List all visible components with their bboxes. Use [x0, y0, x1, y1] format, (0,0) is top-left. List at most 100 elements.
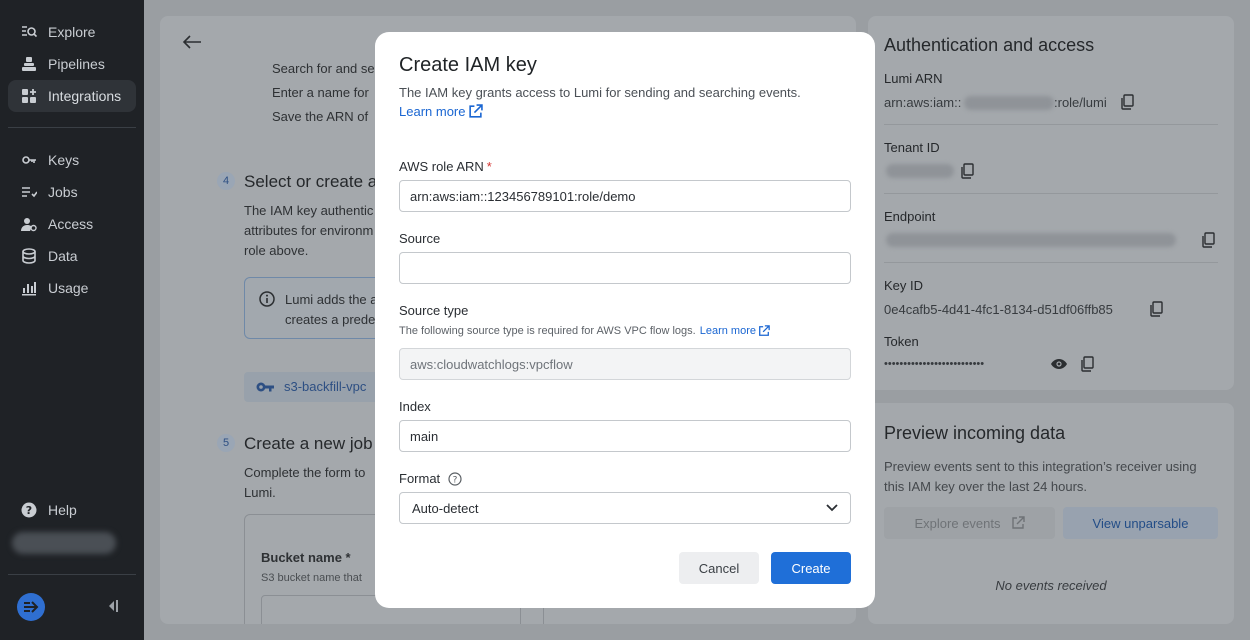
- external-link-icon: [758, 325, 770, 337]
- external-link-icon: [468, 104, 484, 119]
- sidebar-item-help[interactable]: ? Help: [8, 494, 136, 526]
- back-arrow-icon[interactable]: [182, 34, 202, 55]
- source-input[interactable]: [399, 252, 851, 284]
- step-desc: role above.: [244, 243, 309, 258]
- lumi-arn-label: Lumi ARN: [884, 71, 943, 86]
- token-label: Token: [884, 334, 919, 349]
- copy-icon[interactable]: [1149, 301, 1163, 317]
- sidebar-item-label: Explore: [48, 24, 96, 40]
- lumi-arn-suffix: :role/lumi: [1054, 95, 1107, 110]
- tenant-id-label: Tenant ID: [884, 140, 940, 155]
- info-text: creates a prede: [285, 312, 376, 327]
- sidebar-item-integrations[interactable]: Integrations: [8, 80, 136, 112]
- brand-logo-icon[interactable]: [17, 593, 45, 621]
- iam-key-chip-label: s3-backfill-vpc: [284, 379, 367, 394]
- bucket-name-label: Bucket name *: [261, 550, 351, 565]
- jobs-icon: [20, 183, 38, 201]
- usage-icon: [20, 279, 38, 297]
- role-arn-label: AWS role ARN *: [399, 159, 492, 174]
- source-type-help-text: The following source type is required fo…: [399, 325, 696, 337]
- copy-icon[interactable]: [1201, 232, 1215, 248]
- sidebar-item-label: Usage: [48, 280, 89, 296]
- collapse-sidebar-icon[interactable]: [106, 598, 120, 614]
- step-text: Search for and se: [272, 61, 375, 76]
- sidebar: Explore Pipelines Integrations Keys Jobs…: [0, 0, 144, 640]
- sidebar-item-label: Data: [48, 248, 78, 264]
- token-value: ••••••••••••••••••••••••••: [884, 358, 985, 370]
- external-link-icon: [1011, 516, 1025, 530]
- step-text: Save the ARN of: [272, 109, 369, 124]
- step-number-badge: 5: [217, 434, 235, 452]
- source-type-label: Source type: [399, 303, 469, 318]
- learn-more-link[interactable]: Learn more: [399, 104, 484, 119]
- help-circle-icon[interactable]: ?: [448, 471, 462, 486]
- view-unparsable-button[interactable]: View unparsable: [1063, 507, 1218, 539]
- index-input[interactable]: [399, 420, 851, 452]
- step-title: Select or create a: [244, 172, 378, 191]
- source-type-input: [399, 348, 851, 380]
- copy-icon[interactable]: [960, 163, 974, 179]
- redacted-value: [886, 233, 1176, 247]
- chevron-down-icon: [826, 504, 838, 512]
- preview-title: Preview incoming data: [884, 423, 1066, 443]
- divider: [884, 262, 1218, 263]
- user-account[interactable]: [12, 532, 116, 554]
- index-label: Index: [399, 399, 431, 414]
- sidebar-item-label: Access: [48, 216, 94, 232]
- source-type-help: The following source type is required fo…: [399, 325, 770, 337]
- svg-text:?: ?: [26, 504, 32, 517]
- integrations-icon: [20, 87, 38, 105]
- step-desc: Lumi.: [244, 485, 276, 500]
- eye-icon[interactable]: [1050, 357, 1068, 376]
- preview-desc: this IAM key over the last 24 hours.: [884, 479, 1088, 494]
- sidebar-divider: [8, 127, 136, 128]
- info-icon: [259, 291, 275, 312]
- sidebar-item-keys[interactable]: Keys: [8, 144, 136, 176]
- redacted-value: [886, 164, 954, 178]
- source-label: Source: [399, 231, 441, 246]
- format-select-value: Auto-detect: [412, 500, 479, 516]
- explore-events-button[interactable]: Explore events: [884, 507, 1055, 539]
- auth-access-panel: Authentication and access Lumi ARN arn:a…: [868, 16, 1234, 390]
- redacted-value: [964, 96, 1054, 110]
- create-button[interactable]: Create: [771, 552, 851, 584]
- help-icon: ?: [20, 501, 38, 519]
- sidebar-item-label: Integrations: [48, 88, 122, 104]
- required-mark: *: [486, 159, 492, 174]
- step-title: Create a new job: [244, 434, 373, 453]
- sidebar-item-pipelines[interactable]: Pipelines: [8, 48, 136, 80]
- divider: [884, 193, 1218, 194]
- step-number-badge: 4: [217, 172, 235, 190]
- svg-text:?: ?: [453, 475, 458, 485]
- copy-icon[interactable]: [1080, 356, 1094, 372]
- sidebar-item-usage[interactable]: Usage: [8, 272, 136, 304]
- empty-state-text: No events received: [995, 578, 1107, 593]
- source-type-learn-more-link[interactable]: Learn more: [700, 325, 770, 337]
- sidebar-item-jobs[interactable]: Jobs: [8, 176, 136, 208]
- role-arn-input[interactable]: [399, 180, 851, 212]
- pipelines-icon: [20, 55, 38, 73]
- copy-icon[interactable]: [1120, 94, 1134, 110]
- bucket-name-help: S3 bucket name that: [261, 572, 362, 584]
- step-text: Enter a name for: [272, 85, 369, 100]
- sidebar-item-label: Jobs: [48, 184, 78, 200]
- learn-more-label: Learn more: [399, 104, 466, 119]
- source-type-learn-more-label: Learn more: [699, 325, 756, 337]
- endpoint-label: Endpoint: [884, 209, 936, 224]
- preview-desc: Preview events sent to this integration’…: [884, 459, 1197, 474]
- sidebar-divider: [8, 574, 136, 575]
- info-text: Lumi adds the a: [285, 292, 378, 307]
- key-id-value: 0e4cafb5-4d41-4fc1-8134-d51df06ffb85: [884, 302, 1113, 317]
- sidebar-item-label: Help: [48, 502, 77, 518]
- sidebar-item-access[interactable]: Access: [8, 208, 136, 240]
- format-select[interactable]: Auto-detect: [399, 492, 851, 524]
- dialog-title: Create IAM key: [399, 54, 537, 76]
- role-arn-label-text: AWS role ARN: [399, 159, 484, 174]
- explore-icon: [20, 23, 38, 41]
- cancel-button[interactable]: Cancel: [679, 552, 759, 584]
- database-icon: [20, 247, 38, 265]
- key-icon: [20, 151, 38, 169]
- sidebar-item-data[interactable]: Data: [8, 240, 136, 272]
- format-label: Format ?: [399, 471, 462, 486]
- sidebar-item-explore[interactable]: Explore: [8, 16, 136, 48]
